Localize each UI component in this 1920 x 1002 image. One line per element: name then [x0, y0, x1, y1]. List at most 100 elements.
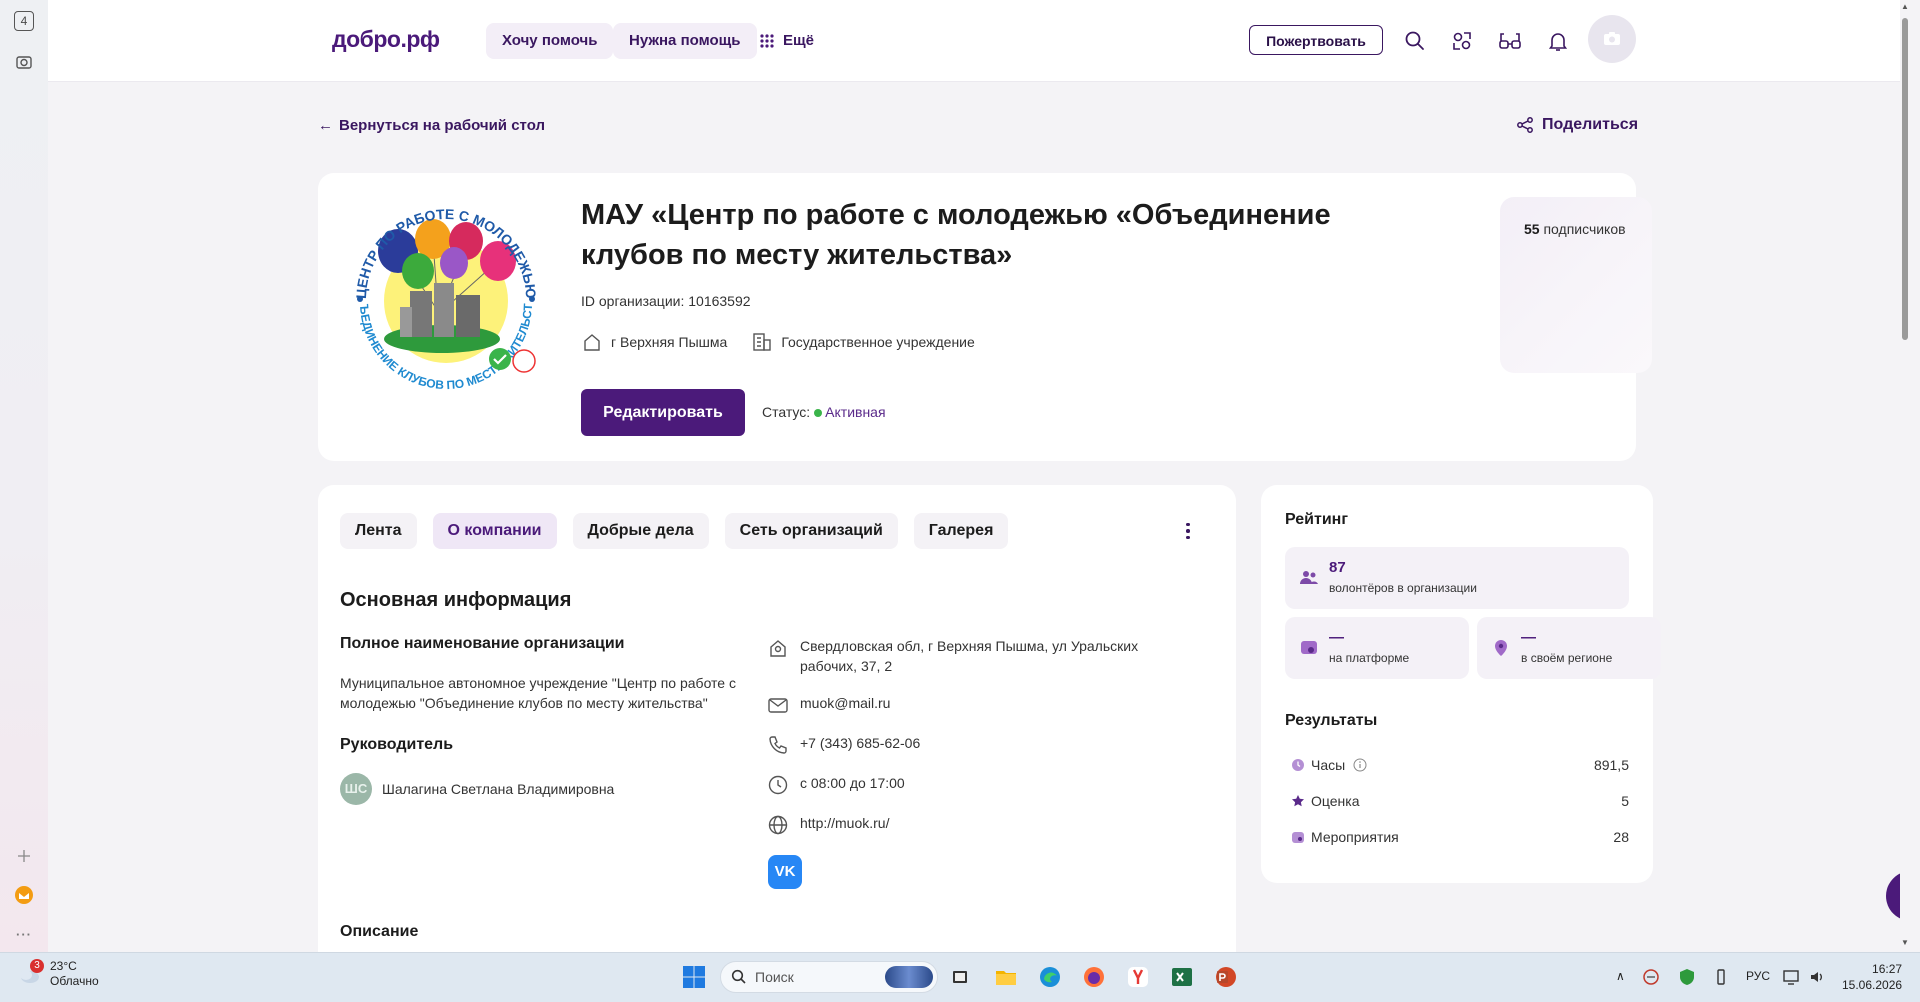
tray-chevron-icon[interactable]: ∧ [1616, 969, 1625, 983]
platform-rank-box: — на платформе [1285, 617, 1469, 679]
mail-icon [766, 693, 790, 717]
scroll-down-icon[interactable]: ▼ [1900, 938, 1910, 947]
edge-browser-icon[interactable] [1036, 963, 1064, 991]
tab-good-deeds[interactable]: Добрые дела [572, 513, 709, 549]
excel-icon[interactable] [1168, 963, 1196, 991]
tab-count: 4 [14, 11, 34, 31]
email-row[interactable]: muok@mail.ru [766, 693, 890, 717]
clock-time: 16:27 [1872, 962, 1903, 976]
description-title: Описание [340, 923, 419, 940]
tray-security-icon[interactable] [1676, 963, 1698, 991]
tab-feed[interactable]: Лента [340, 513, 417, 549]
tabs-counter-button[interactable]: 4 [12, 9, 36, 33]
rating-title: Рейтинг [1285, 511, 1349, 528]
back-to-desktop-link[interactable]: ← Вернуться на рабочий стол [318, 117, 545, 134]
phone-value: +7 (343) 685-62-06 [800, 735, 921, 751]
nav-want-to-help[interactable]: Хочу помочь [486, 23, 614, 59]
search-icon[interactable] [1402, 28, 1428, 54]
powerpoint-icon[interactable] [1212, 963, 1240, 991]
section-main-info-title: Основная информация [340, 589, 572, 611]
language-indicator[interactable]: РУС [1746, 969, 1770, 983]
nav-need-help[interactable]: Нужна помощь [613, 23, 757, 59]
donate-button[interactable]: Пожертвовать [1249, 25, 1383, 55]
website-row[interactable]: http://muok.ru/ [766, 813, 889, 837]
globe-icon [766, 813, 790, 837]
region-rank-box: — в своём регионе [1477, 617, 1661, 679]
status-label: Статус: [762, 404, 811, 420]
cloud-icon: 3 [16, 959, 44, 987]
firefox-icon[interactable] [1080, 963, 1108, 991]
site-header: добро.рф Хочу помочь Нужна помощь Ещё По… [48, 0, 1900, 82]
result-row-rating: Оценка 5 [1291, 793, 1629, 809]
more-panels-icon[interactable]: ··· [12, 922, 36, 946]
nav-more-label: Ещё [783, 32, 815, 49]
mail-app-icon[interactable] [12, 883, 36, 907]
phone-row[interactable]: +7 (343) 685-62-06 [766, 733, 920, 757]
task-view-icon[interactable] [946, 963, 974, 991]
leader-title: Руководитель [340, 736, 454, 753]
vk-social-button[interactable]: VK [768, 855, 802, 889]
status-dot [814, 409, 823, 418]
clock-icon [766, 773, 790, 797]
yandex-browser-icon[interactable] [1124, 963, 1152, 991]
share-label: Поделиться [1542, 116, 1639, 133]
hours-row: с 08:00 до 17:00 [766, 773, 905, 797]
tab-about[interactable]: О компании [432, 513, 557, 549]
organization-meta: г Верхняя Пышма Государственное учрежден… [581, 331, 975, 353]
scroll-up-icon[interactable]: ▲ [1900, 2, 1910, 11]
info-icon[interactable] [1353, 758, 1367, 772]
tray-display-icon[interactable] [1780, 963, 1802, 991]
weather-widget[interactable]: 3 23°C Облачно [16, 959, 99, 989]
result-label-events: Мероприятия [1311, 829, 1399, 845]
taskbar-search-placeholder: Поиск [755, 969, 794, 985]
file-explorer-icon[interactable] [992, 963, 1020, 991]
hours-value: с 08:00 до 17:00 [800, 775, 905, 791]
user-avatar[interactable] [1588, 15, 1636, 63]
status-value: Активная [825, 404, 886, 420]
volunteers-label: волонтёров в организации [1329, 581, 1477, 595]
tab-network[interactable]: Сеть организаций [724, 513, 898, 549]
tray-network-app-icon[interactable] [1640, 963, 1662, 991]
building-icon [753, 333, 772, 351]
organization-card: ЦЕНТР ПО РАБОТЕ С МОЛОДЕЖЬЮ ОБЪЕДИНЕНИЕ … [318, 173, 1652, 461]
scan-icon[interactable] [1449, 28, 1475, 54]
camera-icon [1604, 32, 1620, 45]
accessibility-glasses-icon[interactable] [1497, 28, 1523, 54]
screenshot-icon[interactable] [12, 50, 36, 74]
nav-more[interactable]: Ещё [759, 23, 814, 59]
share-button[interactable]: Поделиться [1516, 116, 1638, 134]
region-pin-icon [1495, 640, 1507, 656]
phone-icon [766, 733, 790, 757]
browser-side-rail: 4 ··· [0, 0, 49, 952]
subscribers-box[interactable]: 55 подписчиков [1500, 197, 1652, 373]
organization-id: ID организации: 10163592 [581, 293, 751, 309]
more-options-icon[interactable] [1178, 519, 1198, 543]
organization-status: Статус: Активная [762, 404, 886, 420]
site-logo[interactable]: добро.рф [332, 26, 440, 53]
result-label-hours: Часы [1311, 757, 1346, 773]
tray-usb-icon[interactable] [1710, 963, 1732, 991]
platform-rank-value: — [1329, 629, 1344, 646]
volunteers-box: 87 волонтёров в организации [1285, 547, 1629, 609]
email-value: muok@mail.ru [800, 695, 891, 711]
scrollbar-thumb[interactable] [1902, 18, 1908, 340]
share-icon [1517, 117, 1533, 133]
tab-gallery[interactable]: Галерея [913, 513, 1009, 549]
people-icon [1300, 571, 1318, 584]
about-card: Лента О компании Добрые дела Сеть органи… [318, 485, 1236, 952]
results-title: Результаты [1285, 712, 1378, 729]
organization-tabs: Лента О компании Добрые дела Сеть органи… [340, 513, 1009, 549]
tray-volume-icon[interactable] [1806, 963, 1828, 991]
temperature: 23°C [50, 959, 77, 973]
taskbar-search[interactable]: Поиск [720, 961, 938, 993]
location-pin-icon [766, 636, 790, 660]
taskbar-clock[interactable]: 16:27 15.06.2026 [1842, 961, 1902, 993]
page-scrollbar[interactable]: ▲ ▼ [1900, 0, 1910, 952]
edit-button[interactable]: Редактировать [581, 389, 745, 436]
add-panel-icon[interactable] [12, 844, 36, 868]
result-value-rating: 5 [1621, 793, 1629, 809]
notifications-bell-icon[interactable] [1545, 28, 1571, 54]
start-windows-icon[interactable] [680, 963, 708, 991]
subscribers-count: 55 [1524, 221, 1540, 237]
grid-icon [760, 34, 774, 48]
